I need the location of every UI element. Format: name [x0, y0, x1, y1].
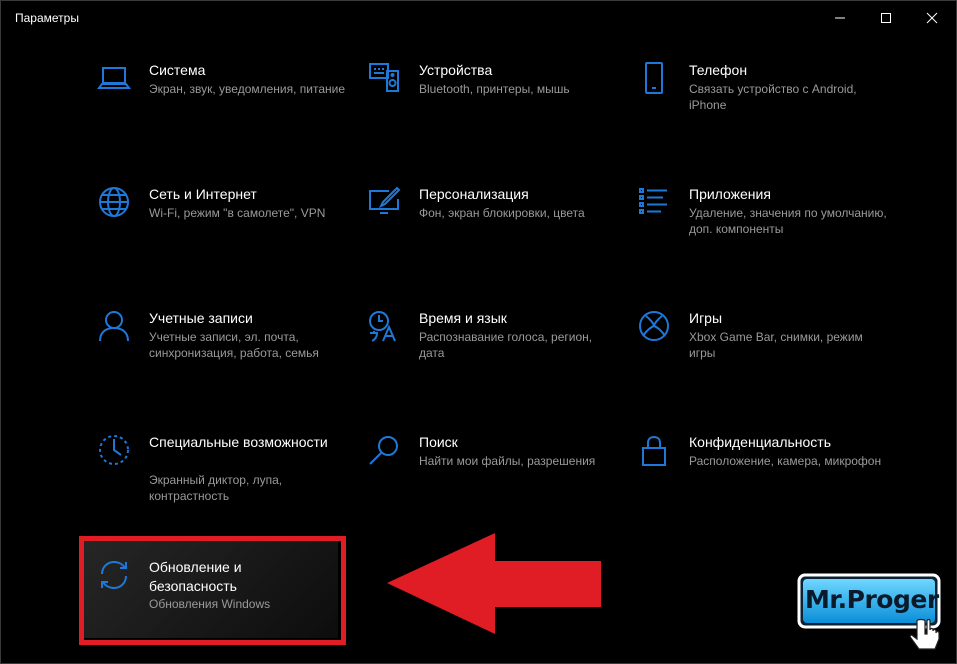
- tile-network[interactable]: Сеть и Интернет Wi-Fi, режим "в самолете…: [97, 185, 347, 295]
- person-icon: [97, 309, 133, 345]
- paint-monitor-icon: [367, 185, 403, 221]
- phone-icon: [637, 61, 673, 97]
- tile-apps[interactable]: Приложения Удаление, значения по умолчан…: [637, 185, 887, 295]
- title-bar: Параметры: [1, 1, 956, 35]
- tile-devices[interactable]: Устройства Bluetooth, принтеры, мышь: [367, 61, 617, 171]
- tile-label: Поиск: [419, 434, 458, 450]
- time-language-icon: [367, 309, 403, 345]
- pointer-arrow: [387, 533, 601, 634]
- tile-personalization[interactable]: Персонализация Фон, экран блокировки, цв…: [367, 185, 617, 295]
- keyboard-speaker-icon: [367, 61, 403, 97]
- tile-description: Распознавание голоса, регион, дата: [419, 330, 593, 360]
- globe-icon: [97, 185, 133, 221]
- tile-gaming[interactable]: Игры Xbox Game Bar, снимки, режим игры: [637, 309, 887, 419]
- tile-label: Игры: [689, 310, 723, 326]
- tile-search[interactable]: Поиск Найти мои файлы, разрешения: [367, 433, 617, 543]
- minimize-icon: [835, 17, 845, 19]
- tile-description: Удаление, значения по умолчанию, доп. ко…: [689, 206, 887, 236]
- tile-phone[interactable]: Телефон Связать устройство с Android, iP…: [637, 61, 887, 171]
- tile-description: Фон, экран блокировки, цвета: [419, 206, 585, 220]
- tile-description: Расположение, камера, микрофон: [689, 454, 882, 468]
- tile-label: Телефон: [689, 62, 748, 78]
- settings-window: Параметры Система Экран, звук, уведомлен…: [0, 0, 957, 664]
- tile-system[interactable]: Система Экран, звук, уведомления, питани…: [97, 61, 347, 171]
- tile-privacy[interactable]: Конфиденциальность Расположение, камера,…: [637, 433, 887, 543]
- app-list-icon: [637, 185, 673, 221]
- close-icon: [926, 12, 938, 24]
- window-title: Параметры: [15, 11, 79, 25]
- tile-label: Система: [149, 62, 206, 78]
- logo-text: Mr.Proger: [805, 585, 939, 614]
- tile-description: Экран, звук, уведомления, питание: [149, 82, 346, 96]
- tile-description: Учетные записи, эл. почта, синхронизация…: [149, 330, 319, 360]
- xbox-icon: [637, 309, 673, 345]
- tile-accessibility[interactable]: Специальные возможности Экранный диктор,…: [97, 433, 347, 513]
- tile-label: Конфиденциальность: [689, 434, 832, 450]
- lock-icon: [637, 433, 673, 469]
- tile-label: Специальные возможности: [149, 434, 328, 450]
- tile-label: Время и язык: [419, 310, 507, 326]
- maximize-button[interactable]: [863, 1, 909, 35]
- logo: Mr.Proger: [797, 571, 947, 657]
- tile-description: Bluetooth, принтеры, мышь: [419, 82, 570, 96]
- maximize-icon: [881, 13, 891, 23]
- laptop-icon: [97, 61, 133, 97]
- tile-description: Экранный диктор, лупа, контрастность: [149, 473, 283, 503]
- tile-description: Найти мои файлы, разрешения: [419, 454, 596, 468]
- minimize-button[interactable]: [817, 1, 863, 35]
- close-button[interactable]: [909, 1, 955, 35]
- tile-label: Сеть и Интернет: [149, 186, 257, 202]
- ease-of-access-icon: [97, 433, 133, 469]
- tile-description: Связать устройство с Android, iPhone: [689, 82, 857, 112]
- search-icon: [367, 433, 403, 469]
- tile-accounts[interactable]: Учетные записи Учетные записи, эл. почта…: [97, 309, 347, 419]
- highlight-frame: [79, 536, 346, 645]
- tile-label: Устройства: [419, 62, 493, 78]
- tile-time-language[interactable]: Время и язык Распознавание голоса, регио…: [367, 309, 617, 419]
- tile-description: Wi-Fi, режим "в самолете", VPN: [149, 206, 326, 220]
- tile-description: Xbox Game Bar, снимки, режим игры: [689, 330, 863, 360]
- tile-label: Приложения: [689, 186, 771, 202]
- tile-label: Персонализация: [419, 186, 529, 202]
- tile-label: Учетные записи: [149, 310, 253, 326]
